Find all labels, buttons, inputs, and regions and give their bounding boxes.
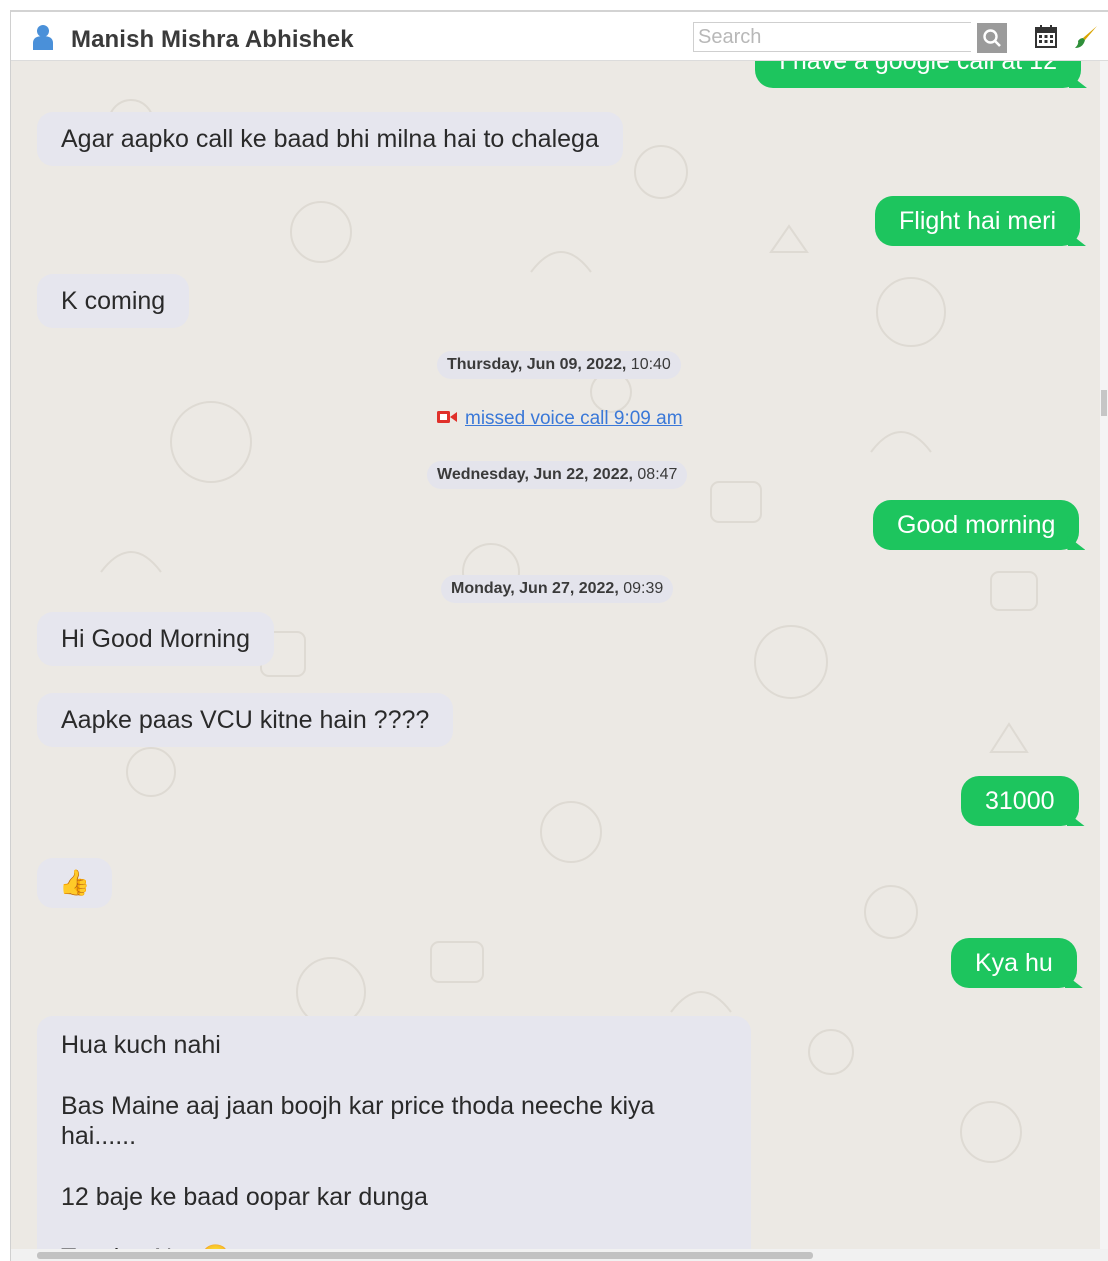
chat-header: Manish Mishra Abhishek (11, 12, 1108, 61)
outgoing-message: Flight hai meri (875, 196, 1080, 246)
message-line: 12 baje ke baad oopar kar dunga (61, 1183, 428, 1211)
missed-call-link[interactable]: missed voice call 9:09 am (437, 408, 683, 430)
outgoing-message: Kya hu (951, 938, 1077, 988)
horizontal-scrollbar[interactable] (11, 1249, 1108, 1261)
chat-area: I have a google call at 12 Agar aapko ca… (11, 12, 1108, 1261)
incoming-message: K coming (37, 274, 190, 328)
search-input[interactable] (693, 22, 971, 52)
date-separator: Monday, Jun 27, 2022, 09:39 (441, 575, 674, 603)
thumbs-up-emoji: 👍 (59, 869, 91, 897)
vertical-scroll-thumb[interactable] (1101, 390, 1107, 416)
incoming-message: 👍 (37, 858, 113, 908)
incoming-message-multiline: Hua kuch nahi Bas Maine aaj jaan boojh k… (37, 1016, 751, 1261)
user-icon (33, 24, 53, 50)
message-line: Hua kuch nahi (61, 1031, 221, 1059)
incoming-message: Hi Good Morning (37, 612, 274, 666)
contact-name: Manish Mishra Abhishek (71, 26, 354, 53)
message-line: Bas Maine aaj jaan boojh kar price thoda… (61, 1092, 655, 1150)
date-separator: Wednesday, Jun 22, 2022, 08:47 (427, 461, 688, 489)
search-icon[interactable] (977, 23, 1007, 53)
outgoing-message: 31000 (961, 776, 1079, 826)
brush-icon[interactable] (1073, 24, 1099, 50)
incoming-message: Agar aapko call ke baad bhi milna hai to… (37, 112, 623, 166)
calendar-icon[interactable] (1035, 24, 1057, 48)
horizontal-scroll-thumb[interactable] (37, 1252, 813, 1259)
video-call-icon (437, 408, 457, 430)
chat-window: I have a google call at 12 Agar aapko ca… (10, 10, 1108, 1261)
vertical-scrollbar[interactable] (1100, 60, 1108, 1250)
date-separator: Thursday, Jun 09, 2022, 10:40 (437, 351, 681, 379)
outgoing-message: Good morning (873, 500, 1080, 550)
incoming-message: Aapke paas VCU kitne hain ???? (37, 693, 454, 747)
